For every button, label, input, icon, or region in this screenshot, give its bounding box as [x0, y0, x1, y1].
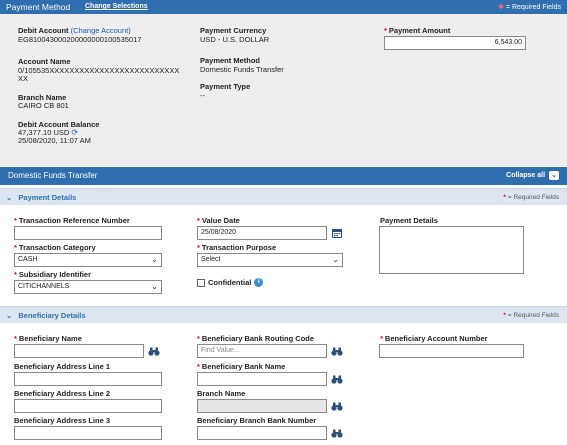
beneficiary-details-title: ⌄ Beneficiary Details [6, 311, 86, 320]
address-line-3-input[interactable] [14, 426, 162, 440]
branch-name-input [197, 399, 327, 413]
txn-category-select[interactable]: CASH ⌄ [14, 253, 162, 267]
payment-details-header[interactable]: ⌄ Payment Details * = Required Fields [0, 188, 567, 205]
branch-bank-number-input[interactable] [197, 426, 327, 440]
confidential-row: Confidential i [197, 278, 264, 287]
bank-name-input[interactable] [197, 372, 327, 386]
txn-purpose-label: * Transaction Purpose [197, 243, 277, 252]
account-number-input[interactable] [379, 344, 524, 358]
collapse-all-button[interactable]: Collapse all ⌄ [506, 171, 559, 180]
address-line-1-label: Beneficiary Address Line 1 [14, 362, 111, 371]
calendar-icon[interactable] [329, 226, 345, 240]
address-line-1-input[interactable] [14, 372, 162, 386]
beneficiary-name-label: * Beneficiary Name [14, 334, 82, 343]
binoculars-icon[interactable] [329, 426, 345, 440]
chevron-down-icon: ⌄ [6, 311, 13, 320]
change-account-link[interactable]: (Change Account) [71, 26, 131, 35]
confidential-checkbox[interactable] [197, 278, 205, 287]
value-date-input[interactable]: 25/08/2020 [197, 226, 327, 240]
payment-details-title: ⌄ Payment Details [6, 193, 77, 202]
payment-details-textarea[interactable] [379, 226, 524, 274]
debit-account-value: EG810043000200000000100535017 [18, 35, 142, 44]
branch-name-field-label: Branch Name [197, 389, 246, 398]
address-line-2-label: Beneficiary Address Line 2 [14, 389, 111, 398]
beneficiary-details-header[interactable]: ⌄ Beneficiary Details * = Required Fields [0, 306, 567, 323]
payment-summary-panel: Debit Account (Change Account) EG8100430… [0, 14, 567, 166]
txn-category-label: * Transaction Category [14, 243, 96, 252]
bank-name-label: * Beneficiary Bank Name [197, 362, 286, 371]
binoculars-icon[interactable] [146, 344, 162, 358]
subsidiary-label: * Subsidiary Identifier [14, 270, 92, 279]
beneficiary-name-input[interactable] [14, 344, 144, 358]
routing-code-label: * Beneficiary Bank Routing Code [197, 334, 315, 343]
binoculars-icon[interactable] [329, 372, 345, 386]
chevron-down-icon: ⌄ [549, 171, 559, 180]
payment-amount-label: * Payment Amount [384, 26, 451, 35]
payment-type-value: -- [200, 91, 205, 100]
payment-currency-label: Payment Currency [200, 26, 267, 35]
debit-account-label: Debit Account (Change Account) [18, 26, 131, 35]
confidential-label: Confidential [208, 278, 252, 287]
payment-amount-input[interactable]: 6,543.00 [384, 36, 526, 50]
address-line-2-input[interactable] [14, 399, 162, 413]
payment-details-text-label: Payment Details [380, 216, 438, 225]
info-icon[interactable]: i [254, 278, 264, 287]
binoculars-icon[interactable] [329, 399, 345, 413]
txn-ref-input[interactable] [14, 226, 162, 240]
branch-name-value: CAIRO CB 801 [18, 101, 69, 110]
required-fields-legend: * = Required Fields [503, 312, 559, 319]
change-selections-link[interactable]: Change Selections [85, 3, 148, 10]
chevron-down-icon: ⌄ [151, 282, 158, 291]
payment-method-value: Domestic Funds Transfer [200, 65, 284, 74]
chevron-down-icon: ⌄ [332, 255, 339, 264]
account-name-value: 0/105535XXXXXXXXXXXXXXXXXXXXXXXXXX [18, 66, 180, 75]
value-date-label: * Value Date [197, 216, 240, 225]
payment-method-header: Payment Method Change Selections ✱ = Req… [0, 0, 567, 14]
txn-ref-label: * Transaction Reference Number [14, 216, 130, 225]
subsidiary-select[interactable]: CITICHANNELS ⌄ [14, 280, 162, 294]
routing-code-input[interactable]: Find Value... [197, 344, 327, 358]
account-number-label: * Beneficiary Account Number [380, 334, 488, 343]
account-name-value-cont: XX [18, 74, 29, 83]
balance-time: 25/08/2020, 11:07 AM [18, 136, 91, 145]
required-star-icon: ✱ [498, 4, 504, 11]
required-fields-legend: * = Required Fields [503, 194, 559, 201]
chevron-down-icon: ⌄ [6, 193, 13, 202]
payment-method-title: Payment Method [6, 2, 71, 12]
dft-title: Domestic Funds Transfer [8, 171, 98, 180]
chevron-down-icon: ⌄ [151, 255, 158, 264]
branch-bank-number-label: Beneficiary Branch Bank Number [197, 416, 317, 425]
account-name-label: Account Name [18, 57, 71, 66]
required-fields-legend: ✱ = Required Fields [498, 4, 561, 11]
dft-header: Domestic Funds Transfer Collapse all ⌄ [0, 167, 567, 185]
payment-method-label: Payment Method [200, 56, 261, 65]
payment-currency-value: USD - U.S. DOLLAR [200, 35, 270, 44]
payment-type-label: Payment Type [200, 82, 251, 91]
txn-purpose-select[interactable]: Select ⌄ [197, 253, 343, 267]
binoculars-icon[interactable] [329, 344, 345, 358]
required-star-icon: * [384, 26, 387, 35]
address-line-3-label: Beneficiary Address Line 3 [14, 416, 111, 425]
